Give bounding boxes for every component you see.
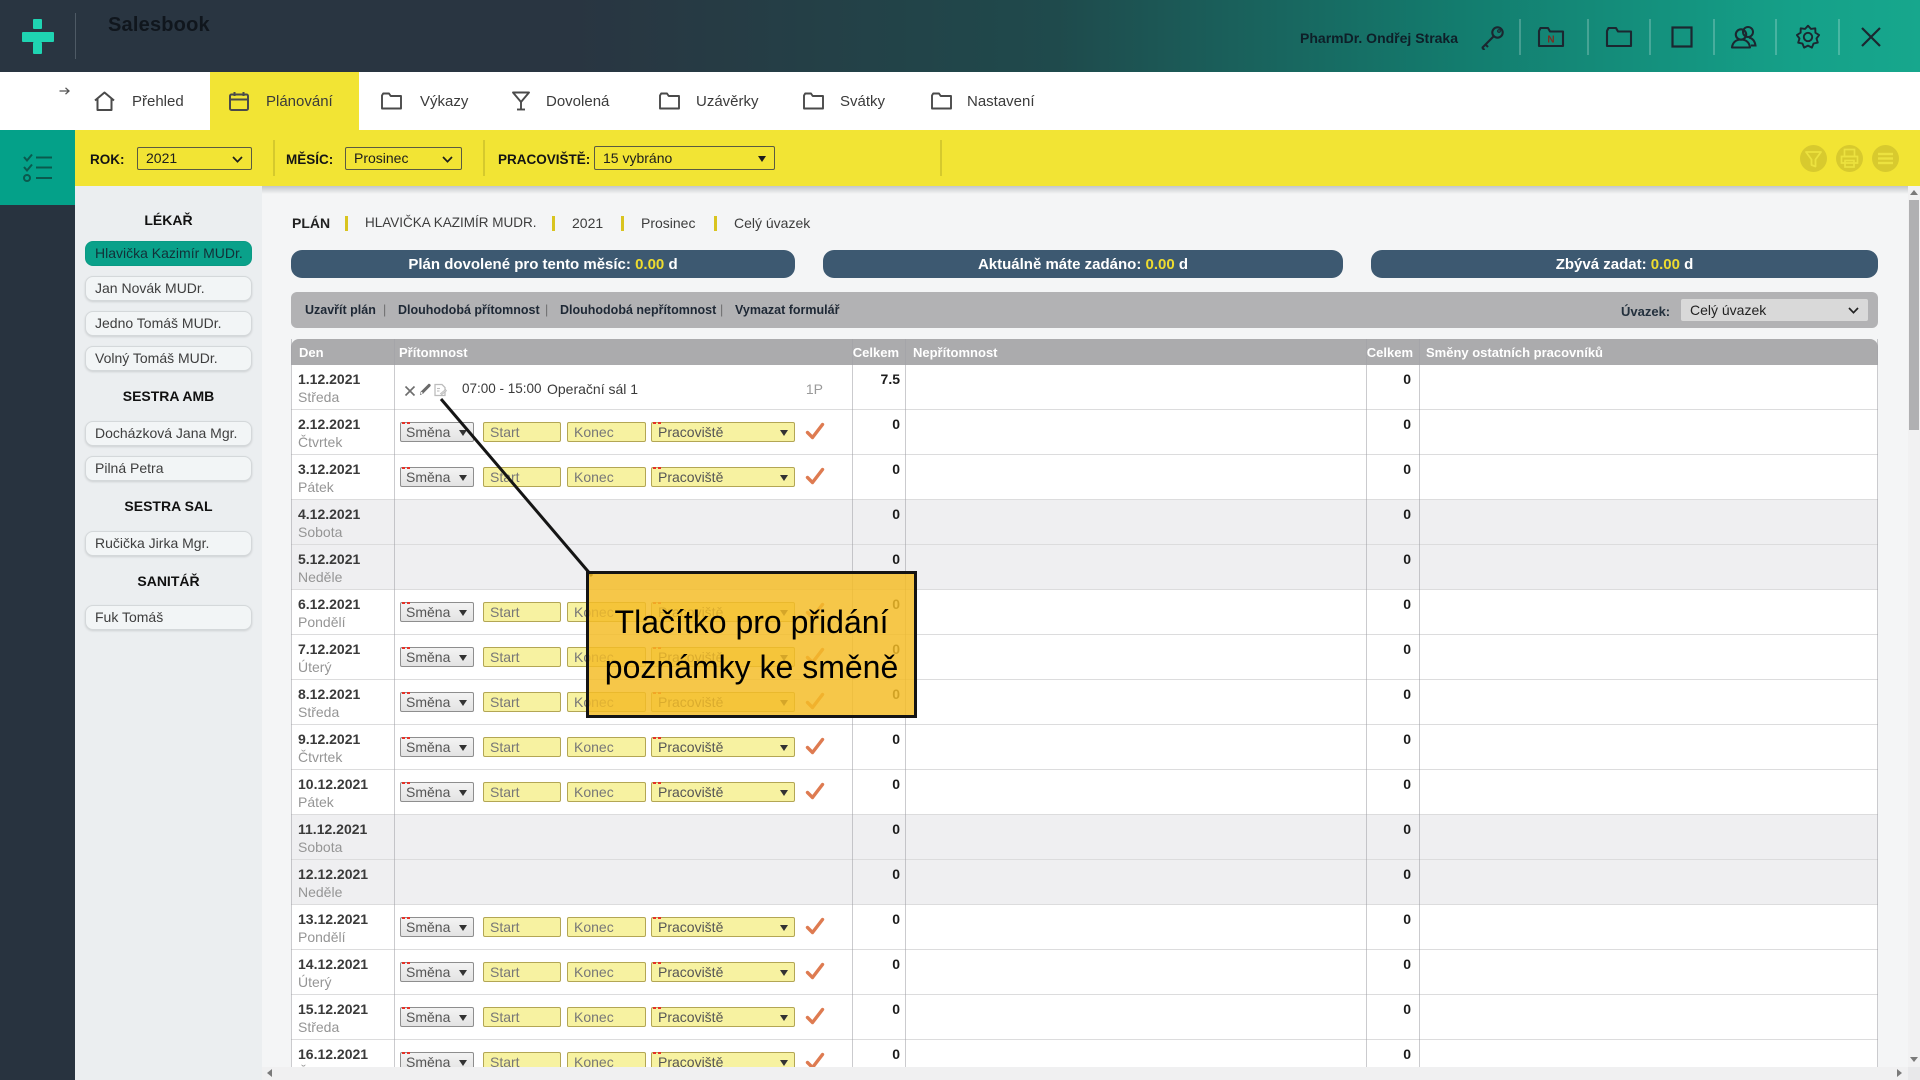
- svg-text:N: N: [1547, 35, 1554, 46]
